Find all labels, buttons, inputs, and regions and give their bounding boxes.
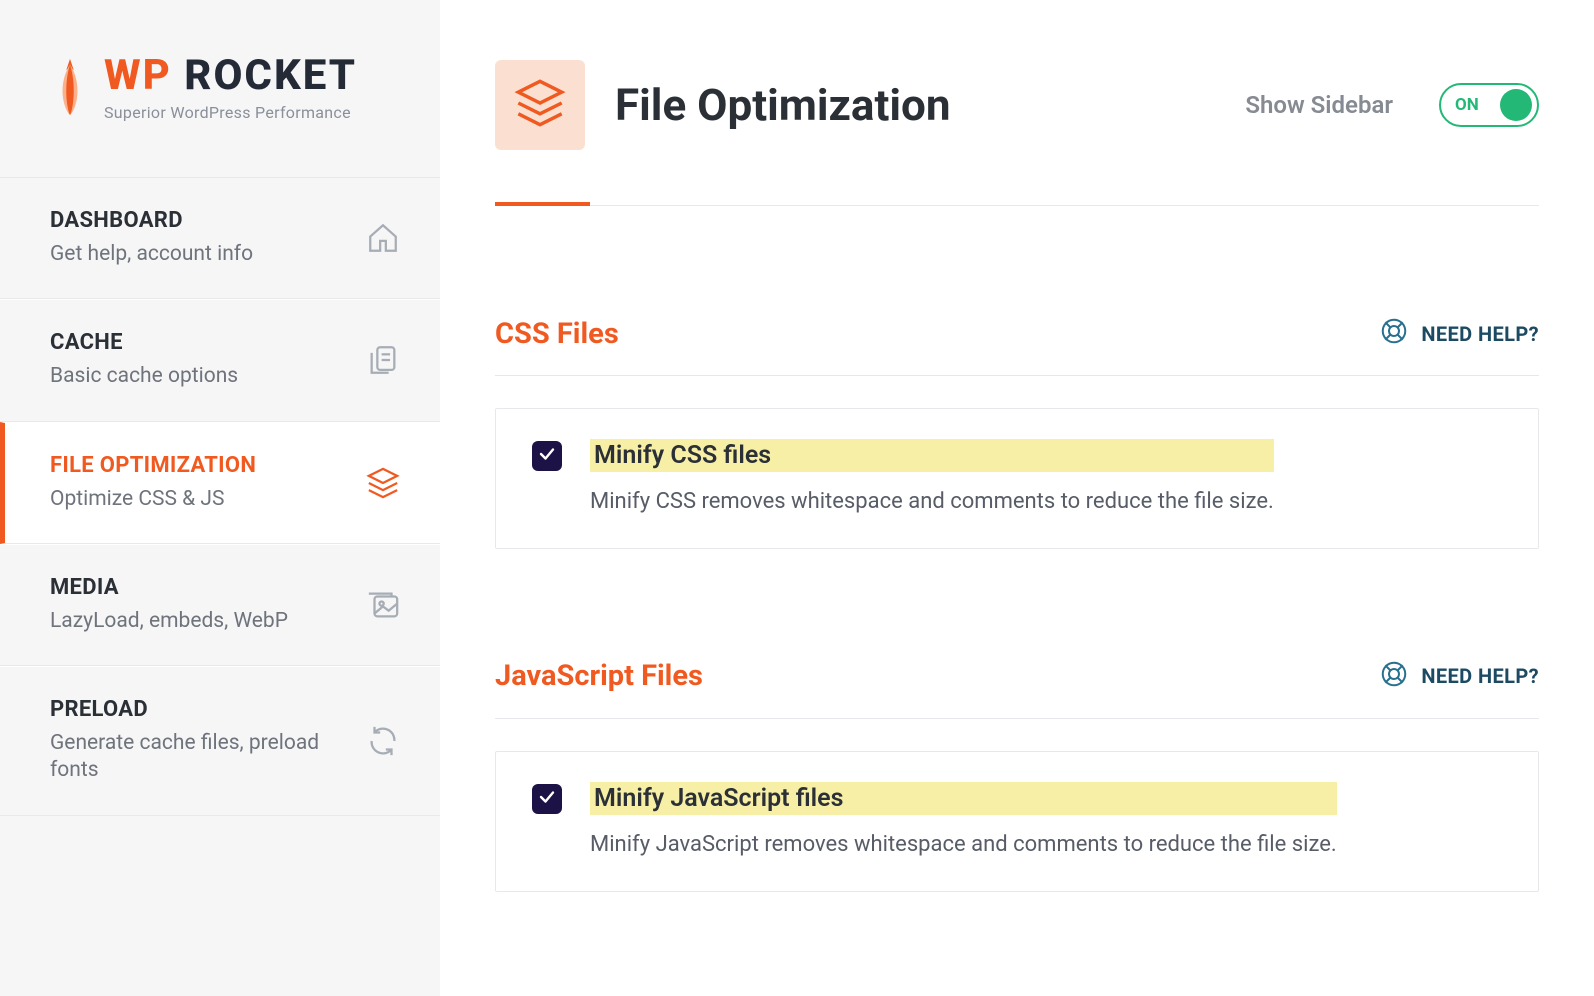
sidebar-item-cache[interactable]: CACHE Basic cache options <box>0 299 440 421</box>
sidebar-item-title: CACHE <box>50 330 238 355</box>
sidebar-item-subtitle: Get help, account info <box>50 241 253 268</box>
sidebar-item-media[interactable]: MEDIA LazyLoad, embeds, WebP <box>0 544 440 666</box>
sidebar-item-title: DASHBOARD <box>50 208 253 233</box>
option-description: Minify JavaScript removes whitespace and… <box>590 829 1337 861</box>
sidebar-item-subtitle: Generate cache files, preload fonts <box>50 730 320 785</box>
need-help-label: NEED HELP? <box>1421 664 1539 688</box>
active-tab-underline <box>495 202 590 206</box>
page-header: File Optimization Show Sidebar ON <box>495 60 1539 205</box>
refresh-icon <box>366 724 400 758</box>
page-icon-box <box>495 60 585 150</box>
brand-name-wp: WP <box>104 51 172 100</box>
check-icon <box>538 445 556 467</box>
home-icon <box>366 221 400 255</box>
copy-icon <box>366 343 400 377</box>
sidebar-item-title: FILE OPTIMIZATION <box>50 453 256 478</box>
section-css-files: CSS Files NEED HELP? <box>495 316 1539 549</box>
brand-tagline: Superior WordPress Performance <box>104 103 357 122</box>
sidebar-nav: DASHBOARD Get help, account info CACHE B… <box>0 177 440 816</box>
toggle-on-label: ON <box>1455 95 1479 115</box>
option-minify-css: Minify CSS files Minify CSS removes whit… <box>495 408 1539 549</box>
main-content: File Optimization Show Sidebar ON CSS Fi… <box>440 0 1594 996</box>
checkbox-minify-js[interactable] <box>532 784 562 814</box>
option-title: Minify CSS files <box>590 439 1274 472</box>
need-help-link[interactable]: NEED HELP? <box>1379 316 1539 351</box>
section-js-files: JavaScript Files NEED HELP? <box>495 659 1539 892</box>
brand-name: WP ROCKET <box>104 55 357 97</box>
option-minify-js: Minify JavaScript files Minify JavaScrip… <box>495 751 1539 892</box>
brand-logo: WP ROCKET Superior WordPress Performance <box>0 0 440 177</box>
tab-indicator-line <box>495 205 1539 206</box>
sidebar-item-preload[interactable]: PRELOAD Generate cache files, preload fo… <box>0 666 440 816</box>
section-title: CSS Files <box>495 317 619 351</box>
show-sidebar-label: Show Sidebar <box>1245 91 1393 119</box>
toggle-knob <box>1500 89 1532 121</box>
section-header: JavaScript Files NEED HELP? <box>495 659 1539 719</box>
sidebar-item-subtitle: LazyLoad, embeds, WebP <box>50 608 288 635</box>
sidebar-item-file-optimization[interactable]: FILE OPTIMIZATION Optimize CSS & JS <box>0 422 440 544</box>
brand-name-rocket: ROCKET <box>172 51 357 100</box>
option-description: Minify CSS removes whitespace and commen… <box>590 486 1274 518</box>
layers-icon <box>514 77 566 133</box>
sidebar: WP ROCKET Superior WordPress Performance… <box>0 0 440 996</box>
option-title: Minify JavaScript files <box>590 782 1337 815</box>
lifebuoy-icon <box>1379 659 1409 694</box>
lifebuoy-icon <box>1379 316 1409 351</box>
section-title: JavaScript Files <box>495 659 703 693</box>
sidebar-item-subtitle: Optimize CSS & JS <box>50 486 256 513</box>
rocket-logo-icon <box>50 57 90 121</box>
sidebar-item-title: PRELOAD <box>50 697 320 722</box>
need-help-link[interactable]: NEED HELP? <box>1379 659 1539 694</box>
show-sidebar-toggle[interactable]: ON <box>1439 83 1539 127</box>
page-title: File Optimization <box>615 79 1215 131</box>
sidebar-item-dashboard[interactable]: DASHBOARD Get help, account info <box>0 177 440 299</box>
sidebar-item-title: MEDIA <box>50 575 288 600</box>
need-help-label: NEED HELP? <box>1421 322 1539 346</box>
section-header: CSS Files NEED HELP? <box>495 316 1539 376</box>
checkbox-minify-css[interactable] <box>532 441 562 471</box>
check-icon <box>538 788 556 810</box>
layers-icon <box>366 466 400 500</box>
sidebar-item-subtitle: Basic cache options <box>50 363 238 390</box>
images-icon <box>366 588 400 622</box>
